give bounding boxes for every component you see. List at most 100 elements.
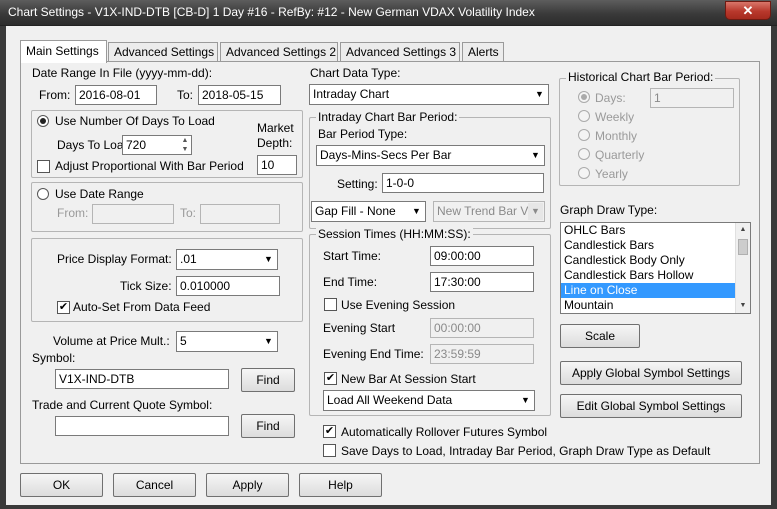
setting-field[interactable]: 1-0-0 <box>382 173 544 193</box>
graph-draw-type-label: Graph Draw Type: <box>560 203 658 217</box>
scroll-thumb[interactable] <box>738 239 748 255</box>
days-to-load-spinner[interactable]: ▲ ▼ <box>180 136 190 154</box>
save-defaults-label: Save Days to Load, Intraday Bar Period, … <box>341 444 711 458</box>
edit-global-symbol-settings-button[interactable]: Edit Global Symbol Settings <box>560 394 742 418</box>
range-from-field[interactable] <box>92 204 174 224</box>
ok-button[interactable]: OK <box>20 473 103 497</box>
symbol-field[interactable]: V1X-IND-DTB <box>55 369 229 389</box>
start-time-field[interactable]: 09:00:00 <box>430 246 534 266</box>
tick-size-field[interactable]: 0.010000 <box>176 276 280 296</box>
chevron-down-icon[interactable]: ▼ <box>528 147 543 164</box>
historical-monthly-radio[interactable] <box>578 129 590 141</box>
tab-advanced-settings-3[interactable]: Advanced Settings 3 <box>340 42 460 62</box>
window-frame-left <box>0 26 6 509</box>
close-button[interactable]: ✕ <box>725 1 771 20</box>
chart-data-type-select[interactable]: Intraday Chart ▼ <box>309 84 549 105</box>
evening-start-field[interactable]: 00:00:00 <box>430 318 534 338</box>
apply-global-symbol-settings-button[interactable]: Apply Global Symbol Settings <box>560 361 742 385</box>
spin-down-icon[interactable]: ▼ <box>180 145 190 154</box>
start-time-label: Start Time: <box>323 249 382 263</box>
auto-rollover-checkbox[interactable]: ✔ <box>323 425 336 438</box>
historical-days-radio[interactable] <box>578 91 590 103</box>
list-item[interactable]: OHLC Bars <box>561 223 750 238</box>
evening-start-label: Evening Start <box>323 321 396 335</box>
range-to-label: To: <box>180 206 197 220</box>
market-depth-field[interactable]: 10 <box>257 155 297 175</box>
use-days-label: Use Number Of Days To Load <box>55 114 215 128</box>
trade-quote-label: Trade and Current Quote Symbol: <box>32 398 213 412</box>
new-trend-bar-select[interactable]: New Trend Bar V ▼ <box>433 201 545 222</box>
symbol-label: Symbol: <box>32 351 76 365</box>
scroll-up-icon[interactable]: ▲ <box>736 223 750 237</box>
help-button[interactable]: Help <box>299 473 382 497</box>
list-item-selected[interactable]: Line on Close <box>561 283 750 298</box>
setting-label: Setting: <box>337 177 378 191</box>
use-date-range-radio[interactable] <box>37 188 49 200</box>
evening-end-field[interactable]: 23:59:59 <box>430 344 534 364</box>
chevron-down-icon[interactable]: ▼ <box>409 203 424 220</box>
tab-advanced-settings-2[interactable]: Advanced Settings 2 <box>220 42 338 62</box>
market-depth-label-2: Depth: <box>257 136 293 150</box>
chevron-down-icon[interactable]: ▼ <box>532 86 547 103</box>
chart-data-type-label: Chart Data Type: <box>310 66 401 80</box>
list-item[interactable]: Candlestick Bars Hollow <box>561 268 750 283</box>
cancel-button[interactable]: Cancel <box>113 473 196 497</box>
use-days-radio[interactable] <box>37 115 49 127</box>
chevron-down-icon[interactable]: ▼ <box>528 203 543 220</box>
chevron-down-icon[interactable]: ▼ <box>261 251 276 268</box>
list-scrollbar[interactable]: ▲ ▼ <box>735 223 750 313</box>
trade-quote-field[interactable] <box>55 416 229 436</box>
trade-quote-find-button[interactable]: Find <box>241 414 295 438</box>
volume-mult-select[interactable]: 5 ▼ <box>176 331 278 352</box>
window-frame-right <box>771 26 777 509</box>
session-group-legend: Session Times (HH:MM:SS): <box>316 227 473 241</box>
scroll-down-icon[interactable]: ▼ <box>736 299 750 313</box>
price-format-select[interactable]: .01 ▼ <box>176 249 278 270</box>
end-time-field[interactable]: 17:30:00 <box>430 272 534 292</box>
chevron-down-icon[interactable]: ▼ <box>261 333 276 350</box>
date-to-label: To: <box>177 88 194 102</box>
title-bar[interactable]: Chart Settings - V1X-IND-DTB [CB-D] 1 Da… <box>0 0 777 26</box>
new-bar-session-start-checkbox[interactable]: ✔ <box>324 372 337 385</box>
graph-draw-type-list[interactable]: OHLC Bars Candlestick Bars Candlestick B… <box>560 222 751 314</box>
historical-monthly-label: Monthly <box>595 129 638 143</box>
gap-fill-select[interactable]: Gap Fill - None ▼ <box>311 201 426 222</box>
tick-size-label: Tick Size: <box>120 279 172 293</box>
bar-period-type-value: Days-Mins-Secs Per Bar <box>320 148 452 162</box>
historical-days-field[interactable]: 1 <box>650 88 734 108</box>
evening-end-label: Evening End Time: <box>323 347 424 361</box>
apply-button[interactable]: Apply <box>206 473 289 497</box>
historical-weekly-radio[interactable] <box>578 110 590 122</box>
range-to-field[interactable] <box>200 204 280 224</box>
date-from-field[interactable]: 2016-08-01 <box>75 85 157 105</box>
range-from-label: From: <box>57 206 89 220</box>
list-item[interactable]: Candlestick Body Only <box>561 253 750 268</box>
auto-set-checkbox[interactable]: ✔ <box>57 301 70 314</box>
symbol-find-button[interactable]: Find <box>241 368 295 392</box>
historical-quarterly-radio[interactable] <box>578 148 590 160</box>
weekend-data-value: Load All Weekend Data <box>327 393 453 407</box>
tab-alerts[interactable]: Alerts <box>462 42 504 62</box>
list-item[interactable]: Mountain <box>561 298 750 313</box>
use-evening-session-checkbox[interactable] <box>324 298 337 311</box>
price-format-value: .01 <box>180 252 197 266</box>
historical-yearly-radio[interactable] <box>578 167 590 179</box>
date-to-field[interactable]: 2018-05-15 <box>198 85 281 105</box>
market-depth-label-1: Market <box>257 121 294 135</box>
list-item[interactable]: Candlestick Bars <box>561 238 750 253</box>
use-date-range-label: Use Date Range <box>55 187 144 201</box>
historical-days-label: Days: <box>595 91 626 105</box>
gap-fill-value: Gap Fill - None <box>315 204 396 218</box>
chart-settings-window: Chart Settings - V1X-IND-DTB [CB-D] 1 Da… <box>0 0 777 509</box>
tab-main-settings[interactable]: Main Settings <box>20 40 107 63</box>
save-defaults-checkbox[interactable] <box>323 444 336 457</box>
scale-button[interactable]: Scale <box>560 324 640 348</box>
chevron-down-icon[interactable]: ▼ <box>518 392 533 409</box>
tab-advanced-settings[interactable]: Advanced Settings <box>108 42 218 62</box>
adjust-proportional-checkbox[interactable] <box>37 160 50 173</box>
bar-period-type-select[interactable]: Days-Mins-Secs Per Bar ▼ <box>316 145 545 166</box>
auto-set-label: Auto-Set From Data Feed <box>73 300 211 314</box>
price-format-label: Price Display Format: <box>57 252 172 266</box>
spin-up-icon[interactable]: ▲ <box>180 136 190 145</box>
weekend-data-select[interactable]: Load All Weekend Data ▼ <box>323 390 535 411</box>
